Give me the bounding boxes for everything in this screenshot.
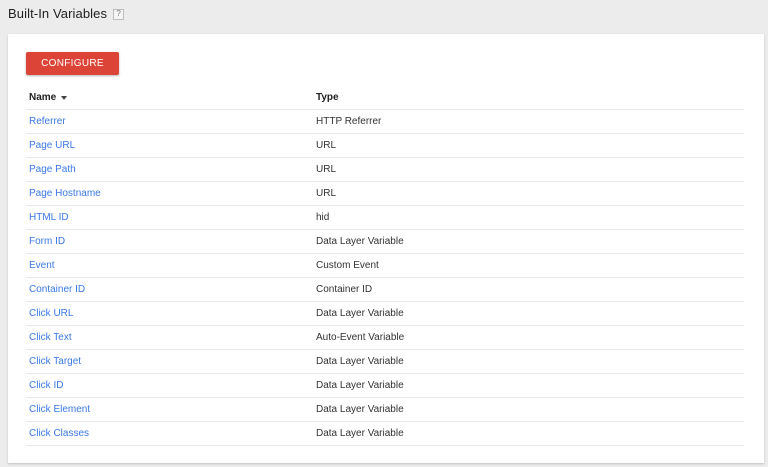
variable-type-cell: Data Layer Variable: [313, 349, 744, 374]
table-row: Page Path URL: [26, 157, 744, 182]
variable-name-cell: Page Hostname: [26, 181, 313, 206]
table-row: HTML ID hid: [26, 205, 744, 230]
variable-type-cell: Data Layer Variable: [313, 397, 744, 422]
variable-name-link[interactable]: HTML ID: [29, 212, 69, 223]
variable-name-link[interactable]: Page Hostname: [29, 188, 101, 199]
table-row: Page URL URL: [26, 133, 744, 158]
variable-type-cell: URL: [313, 133, 744, 158]
variable-name-link[interactable]: Page URL: [29, 140, 75, 151]
variable-name-link[interactable]: Click Element: [29, 404, 90, 415]
table-row: Referrer HTTP Referrer: [26, 109, 744, 134]
table-row: Click Classes Data Layer Variable: [26, 421, 744, 446]
table-row: Container ID Container ID: [26, 277, 744, 302]
configure-button[interactable]: CONFIGURE: [26, 52, 119, 75]
variable-name-cell: Click URL: [26, 301, 313, 326]
variable-name-link[interactable]: Referrer: [29, 116, 66, 127]
variable-type-cell: Auto-Event Variable: [313, 325, 744, 350]
table-row: Form ID Data Layer Variable: [26, 229, 744, 254]
table-row: Click Target Data Layer Variable: [26, 349, 744, 374]
variable-name-link[interactable]: Click Text: [29, 332, 72, 343]
variable-name-cell: Click Classes: [26, 421, 313, 446]
variable-name-cell: Click Target: [26, 349, 313, 374]
variable-name-link[interactable]: Container ID: [29, 284, 85, 295]
variable-name-cell: Page URL: [26, 133, 313, 158]
variable-name-cell: Event: [26, 253, 313, 278]
variable-type-cell: Data Layer Variable: [313, 373, 744, 398]
page-header: Built-In Variables ?: [8, 4, 125, 22]
variable-name-cell: Click ID: [26, 373, 313, 398]
variable-type-cell: Data Layer Variable: [313, 421, 744, 446]
help-icon[interactable]: ?: [113, 8, 125, 20]
variable-name-cell: Referrer: [26, 109, 313, 134]
variable-name-link[interactable]: Event: [29, 260, 55, 271]
variable-name-link[interactable]: Form ID: [29, 236, 65, 247]
variable-name-cell: Click Element: [26, 397, 313, 422]
table-body: Referrer HTTP Referrer Page URL URL Page Pat…: [26, 109, 744, 446]
table-row: Click Element Data Layer Variable: [26, 397, 744, 422]
variable-name-cell: Container ID: [26, 277, 313, 302]
page-title: Built-In Variables: [8, 5, 108, 21]
variable-type-cell: HTTP Referrer: [313, 109, 744, 134]
variable-type-cell: Data Layer Variable: [313, 229, 744, 254]
table-row: Click ID Data Layer Variable: [26, 373, 744, 398]
table-row: Page Hostname URL: [26, 181, 744, 206]
variable-name-link[interactable]: Click ID: [29, 380, 63, 391]
sort-arrow-icon[interactable]: [61, 96, 68, 100]
variable-type-cell: URL: [313, 181, 744, 206]
variable-name-cell: Page Path: [26, 157, 313, 182]
variable-name-link[interactable]: Click Target: [29, 356, 81, 367]
table-row: Event Custom Event: [26, 253, 744, 278]
variable-name-cell: Click Text: [26, 325, 313, 350]
column-header-type[interactable]: Type: [313, 86, 744, 110]
variable-type-cell: Container ID: [313, 277, 744, 302]
variables-card: CONFIGURE Name Type Referrer HTTP Referre…: [8, 34, 764, 463]
table-row: Click URL Data Layer Variable: [26, 301, 744, 326]
table-header-row: Name Type: [26, 86, 744, 110]
variable-type-cell: Data Layer Variable: [313, 301, 744, 326]
variable-name-cell: Form ID: [26, 229, 313, 254]
variable-type-cell: URL: [313, 157, 744, 182]
variables-table: Name Type Referrer HTTP Referrer Page URL U…: [26, 86, 744, 446]
table-row: Click Text Auto-Event Variable: [26, 325, 744, 350]
variable-name-link[interactable]: Click URL: [29, 308, 73, 319]
column-header-name[interactable]: Name: [26, 86, 313, 110]
variable-type-cell: Custom Event: [313, 253, 744, 278]
variable-name-cell: HTML ID: [26, 205, 313, 230]
variable-type-cell: hid: [313, 205, 744, 230]
variable-name-link[interactable]: Click Classes: [29, 428, 89, 439]
variable-name-link[interactable]: Page Path: [29, 164, 76, 175]
column-header-name-label: Name: [29, 92, 57, 103]
